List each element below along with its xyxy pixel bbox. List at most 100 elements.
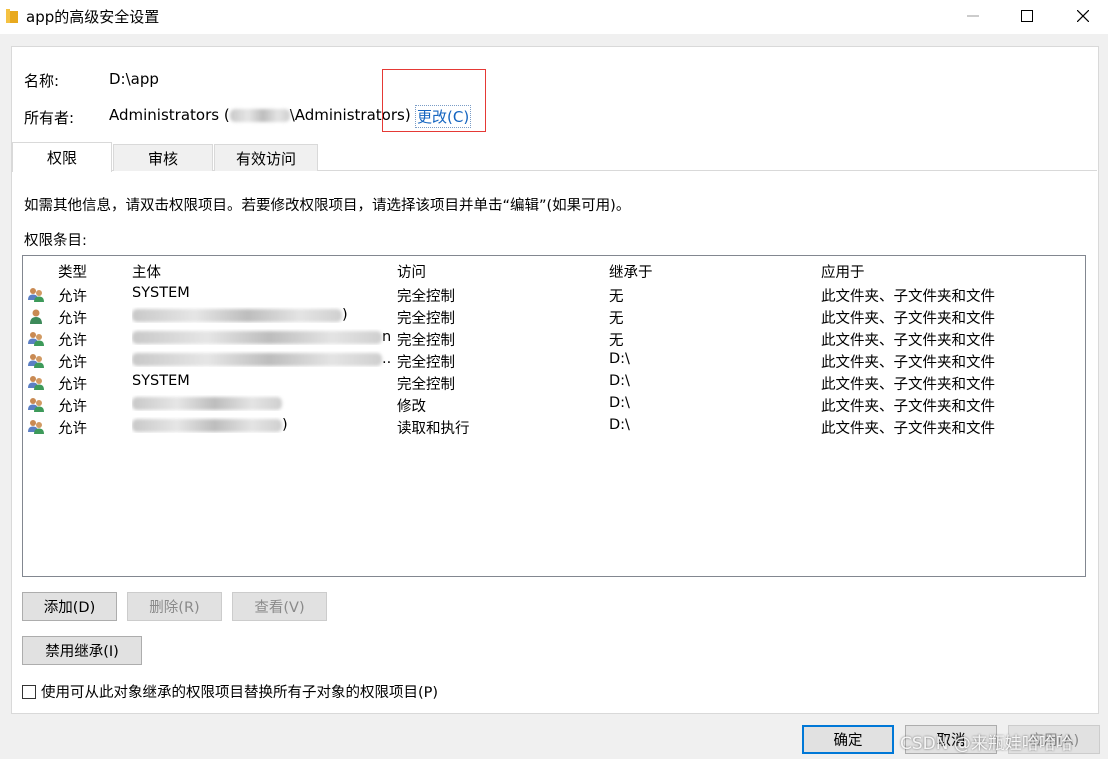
cell-type: 允许	[58, 311, 87, 327]
folder-icon	[6, 9, 18, 23]
cell-applies-to: 此文件夹、子文件夹和文件	[821, 311, 995, 327]
cell-inherited-from: 无	[609, 333, 624, 349]
owner-label: 所有者:	[24, 109, 75, 127]
cell-type: 允许	[58, 421, 87, 437]
cell-type: 允许	[58, 333, 87, 349]
table-row[interactable]: 允许 nist... 完全控制 无 此文件夹、子文件夹和文件	[23, 327, 1085, 349]
cell-applies-to: 此文件夹、子文件夹和文件	[821, 377, 995, 393]
cell-access: 完全控制	[397, 377, 455, 393]
group-user-icon	[28, 288, 44, 302]
cell-principal: ...	[132, 351, 390, 367]
cell-inherited-from: D:\	[609, 351, 630, 367]
redacted-text	[132, 396, 282, 410]
principal-text: SYSTEM	[132, 285, 190, 301]
cell-inherited-from: D:\	[609, 417, 630, 433]
redacted-text	[132, 330, 382, 344]
tab-effective-access[interactable]: 有效访问	[214, 144, 318, 171]
cell-principal: SYSTEM	[132, 285, 390, 301]
column-header-access[interactable]: 访问	[397, 261, 426, 282]
name-value: D:\app	[109, 70, 159, 88]
description-text: 如需其他信息，请双击权限项目。若要修改权限项目，请选择该项目并单击“编辑”(如果…	[24, 198, 631, 214]
cell-principal: SYSTEM	[132, 373, 390, 389]
single-user-icon	[30, 309, 42, 324]
table-row[interactable]: 允许) 读取和执行 D:\ 此文件夹、子文件夹和文件	[23, 415, 1085, 437]
replace-child-permissions-checkbox[interactable]	[22, 684, 36, 699]
cell-principal: )	[132, 417, 390, 433]
cell-inherited-from: D:\	[609, 373, 630, 389]
cell-access: 完全控制	[397, 311, 455, 327]
remove-button-label: 删除(R)	[149, 600, 200, 616]
redacted-text	[229, 109, 290, 122]
group-user-icon	[28, 420, 44, 434]
table-row[interactable]: 允许) 完全控制 无 此文件夹、子文件夹和文件	[23, 305, 1085, 327]
cell-applies-to: 此文件夹、子文件夹和文件	[821, 289, 995, 305]
watermark: CSDN @来瓶娃哈哈哈	[900, 734, 1073, 754]
cell-principal	[132, 395, 390, 411]
principal-text: SYSTEM	[132, 373, 190, 389]
table-row[interactable]: 允许 SYSTEM 完全控制 D:\ 此文件夹、子文件夹和文件	[23, 371, 1085, 393]
cell-access: 读取和执行	[397, 421, 470, 437]
column-header-applies-to[interactable]: 应用于	[821, 261, 865, 282]
group-user-icon	[28, 354, 44, 368]
owner-value: Administrators (\Administrators)	[109, 106, 411, 124]
group-user-icon	[28, 398, 44, 412]
tab-permissions[interactable]: 权限	[12, 142, 112, 172]
table-row[interactable]: 允许 修改 D:\ 此文件夹、子文件夹和文件	[23, 393, 1085, 415]
column-header-principal[interactable]: 主体	[132, 261, 161, 282]
cell-inherited-from: 无	[609, 311, 624, 327]
principal-suffix: ...	[382, 351, 390, 367]
redacted-text	[132, 308, 342, 322]
cell-type: 允许	[58, 355, 87, 371]
cell-principal: nist...	[132, 329, 390, 345]
cell-inherited-from: D:\	[609, 395, 630, 411]
cell-type: 允许	[58, 377, 87, 393]
minimize-button[interactable]	[948, 0, 998, 32]
add-button[interactable]: 添加(D)	[22, 592, 117, 621]
redacted-text	[132, 418, 282, 432]
cell-type: 允许	[58, 399, 87, 415]
close-button[interactable]	[1058, 0, 1108, 32]
principal-suffix: )	[282, 417, 288, 433]
replace-child-permissions-option[interactable]: 使用可从此对象继承的权限项目替换所有子对象的权限项目(P)	[22, 681, 438, 702]
column-header-type[interactable]: 类型	[58, 261, 87, 282]
cell-applies-to: 此文件夹、子文件夹和文件	[821, 399, 995, 415]
owner-prefix: Administrators (	[109, 106, 230, 124]
maximize-button[interactable]	[1002, 0, 1052, 32]
cell-access: 完全控制	[397, 333, 455, 349]
column-header-inherited-from[interactable]: 继承于	[609, 261, 653, 282]
permission-entries-list[interactable]: 类型 主体 访问 继承于 应用于 允许 SYSTEM 完全控制无此文件夹、子文件夹和…	[22, 255, 1086, 577]
permission-entries-label: 权限条目:	[24, 233, 87, 249]
add-button-label: 添加(D)	[43, 600, 96, 616]
cell-access: 完全控制	[397, 289, 455, 305]
cell-type: 允许	[58, 289, 87, 305]
minimize-icon	[967, 15, 979, 17]
ok-button-label: 确定	[833, 733, 863, 749]
cell-access: 修改	[397, 399, 426, 415]
cell-applies-to: 此文件夹、子文件夹和文件	[821, 421, 995, 437]
table-row[interactable]: 允许... 完全控制 D:\ 此文件夹、子文件夹和文件	[23, 349, 1085, 371]
cell-inherited-from: 无	[609, 289, 624, 305]
replace-child-permissions-label: 使用可从此对象继承的权限项目替换所有子对象的权限项目(P)	[41, 685, 439, 701]
cell-principal: )	[132, 307, 390, 323]
table-row[interactable]: 允许 SYSTEM 完全控制 无 此文件夹、子文件夹和文件	[23, 283, 1085, 305]
cell-applies-to: 此文件夹、子文件夹和文件	[821, 355, 995, 371]
group-user-icon	[28, 332, 44, 346]
name-label: 名称:	[24, 72, 60, 90]
annotation-highlight-box	[382, 69, 486, 132]
remove-button[interactable]: 删除(R)	[127, 592, 222, 621]
group-user-icon	[28, 376, 44, 390]
title-bar: app的高级安全设置	[0, 0, 1108, 34]
view-button[interactable]: 查看(V)	[232, 592, 327, 621]
disable-inheritance-button[interactable]: 禁用继承(I)	[22, 636, 142, 665]
ok-button[interactable]: 确定	[802, 725, 894, 754]
view-button-label: 查看(V)	[254, 600, 305, 616]
redacted-text	[132, 352, 382, 366]
window-title: app的高级安全设置	[26, 8, 160, 26]
tab-auditing[interactable]: 审核	[113, 144, 213, 171]
close-icon	[1077, 10, 1089, 22]
disable-inheritance-label: 禁用继承(I)	[45, 644, 119, 660]
principal-suffix: )	[342, 307, 348, 323]
principal-suffix: nist...	[382, 329, 390, 345]
cell-applies-to: 此文件夹、子文件夹和文件	[821, 333, 995, 349]
maximize-icon	[1021, 10, 1033, 22]
